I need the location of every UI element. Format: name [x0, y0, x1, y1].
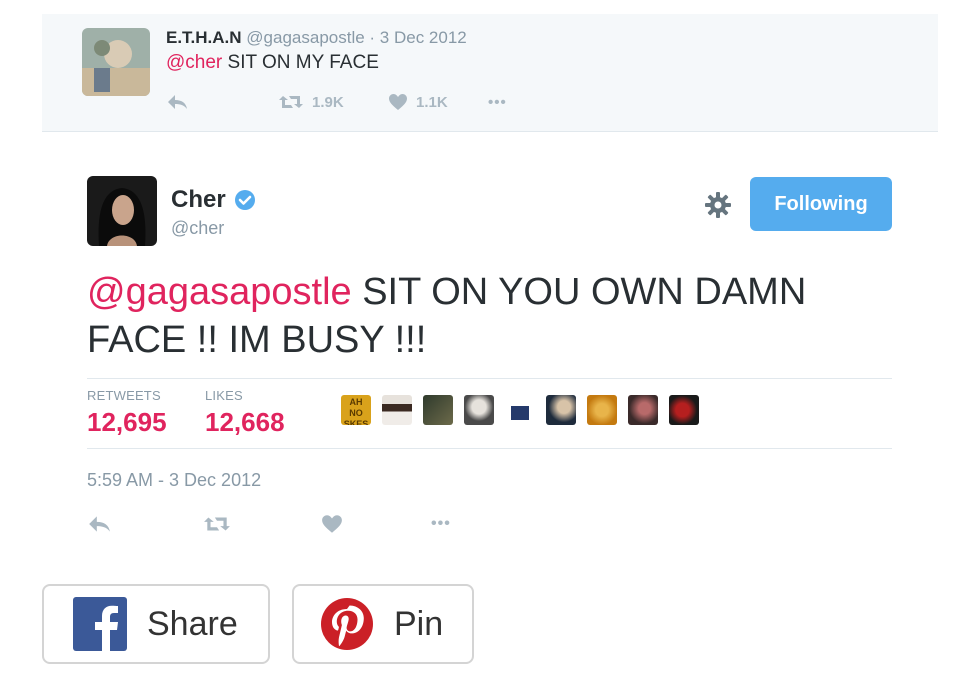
parent-reply-button[interactable] — [166, 93, 278, 111]
liker-avatar[interactable] — [464, 395, 494, 425]
retweet-icon — [204, 517, 230, 531]
parent-actions: 1.9K 1.1K ••• — [166, 90, 507, 114]
reply-button[interactable] — [87, 514, 203, 534]
retweet-button[interactable] — [203, 514, 321, 534]
parent-tweet[interactable]: E.T.H.A.N @gagasapostle · 3 Dec 2012 @ch… — [42, 14, 938, 132]
likes-count: 12,668 — [205, 407, 285, 437]
parent-meta: @gagasapostle · 3 Dec 2012 — [246, 28, 467, 47]
retweets-label: RETWEETS — [87, 388, 161, 403]
tweet-page: E.T.H.A.N @gagasapostle · 3 Dec 2012 @ch… — [0, 0, 980, 673]
gear-icon[interactable] — [703, 190, 733, 220]
parent-more-button[interactable]: ••• — [488, 94, 507, 111]
likes-stat[interactable]: LIKES 12,668 — [205, 388, 285, 438]
liker-avatar[interactable] — [669, 395, 699, 425]
tweet-text: @gagasapostle SIT ON YOU OWN DAMN FACE !… — [87, 268, 887, 364]
liker-avatar[interactable] — [423, 395, 453, 425]
heart-icon — [389, 94, 407, 110]
like-button[interactable] — [321, 514, 431, 534]
cher-avatar[interactable] — [87, 176, 157, 246]
parent-avatar[interactable] — [82, 28, 150, 96]
author-name[interactable]: Cher — [171, 186, 256, 214]
tweet-timestamp[interactable]: 5:59 AM - 3 Dec 2012 — [87, 470, 261, 491]
facebook-share-button[interactable]: Share — [42, 584, 270, 664]
retweet-icon — [279, 96, 303, 108]
liker-avatar[interactable] — [546, 395, 576, 425]
parent-retweet-count: 1.9K — [312, 93, 344, 111]
stats-bottom-divider — [87, 448, 892, 449]
liker-avatar[interactable] — [382, 395, 412, 425]
verified-badge-icon — [234, 190, 255, 210]
liker-avatar[interactable] — [628, 395, 658, 425]
pinterest-icon — [321, 598, 373, 650]
following-button[interactable]: Following — [750, 177, 892, 231]
facebook-share-label: Share — [147, 604, 238, 643]
pinterest-pin-button[interactable]: Pin — [292, 584, 474, 664]
liker-avatar[interactable]: AH NO SKES — [341, 395, 371, 425]
parent-retweet-button[interactable]: 1.9K — [278, 93, 388, 111]
facebook-icon — [73, 597, 127, 651]
parent-header: E.T.H.A.N @gagasapostle · 3 Dec 2012 — [166, 28, 467, 48]
liker-avatar[interactable] — [511, 401, 529, 425]
liker-avatar-text: AH NO SKES — [343, 397, 369, 425]
more-button[interactable]: ••• — [431, 515, 451, 533]
parent-tweet-text: @cher SIT ON MY FACE — [166, 52, 379, 74]
tweet-actions: ••• — [87, 512, 451, 536]
heart-icon — [322, 515, 342, 533]
liker-avatars: AH NO SKES — [341, 395, 699, 425]
reply-icon — [89, 516, 110, 532]
pinterest-pin-label: Pin — [394, 604, 444, 643]
parent-like-button[interactable]: 1.1K — [388, 93, 488, 111]
author-handle[interactable]: @cher — [171, 218, 224, 239]
parent-mention[interactable]: @cher — [166, 52, 222, 73]
reply-icon — [168, 95, 187, 109]
retweets-count: 12,695 — [87, 407, 167, 437]
retweets-stat[interactable]: RETWEETS 12,695 — [87, 388, 167, 438]
author-name-text: Cher — [171, 186, 226, 213]
likes-label: LIKES — [205, 388, 243, 403]
liker-avatar[interactable] — [587, 395, 617, 425]
parent-like-count: 1.1K — [416, 93, 448, 111]
parent-author-name[interactable]: E.T.H.A.N — [166, 28, 242, 47]
parent-body: SIT ON MY FACE — [227, 52, 379, 73]
tweet-mention[interactable]: @gagasapostle — [87, 271, 352, 313]
stats-top-divider — [87, 378, 892, 379]
